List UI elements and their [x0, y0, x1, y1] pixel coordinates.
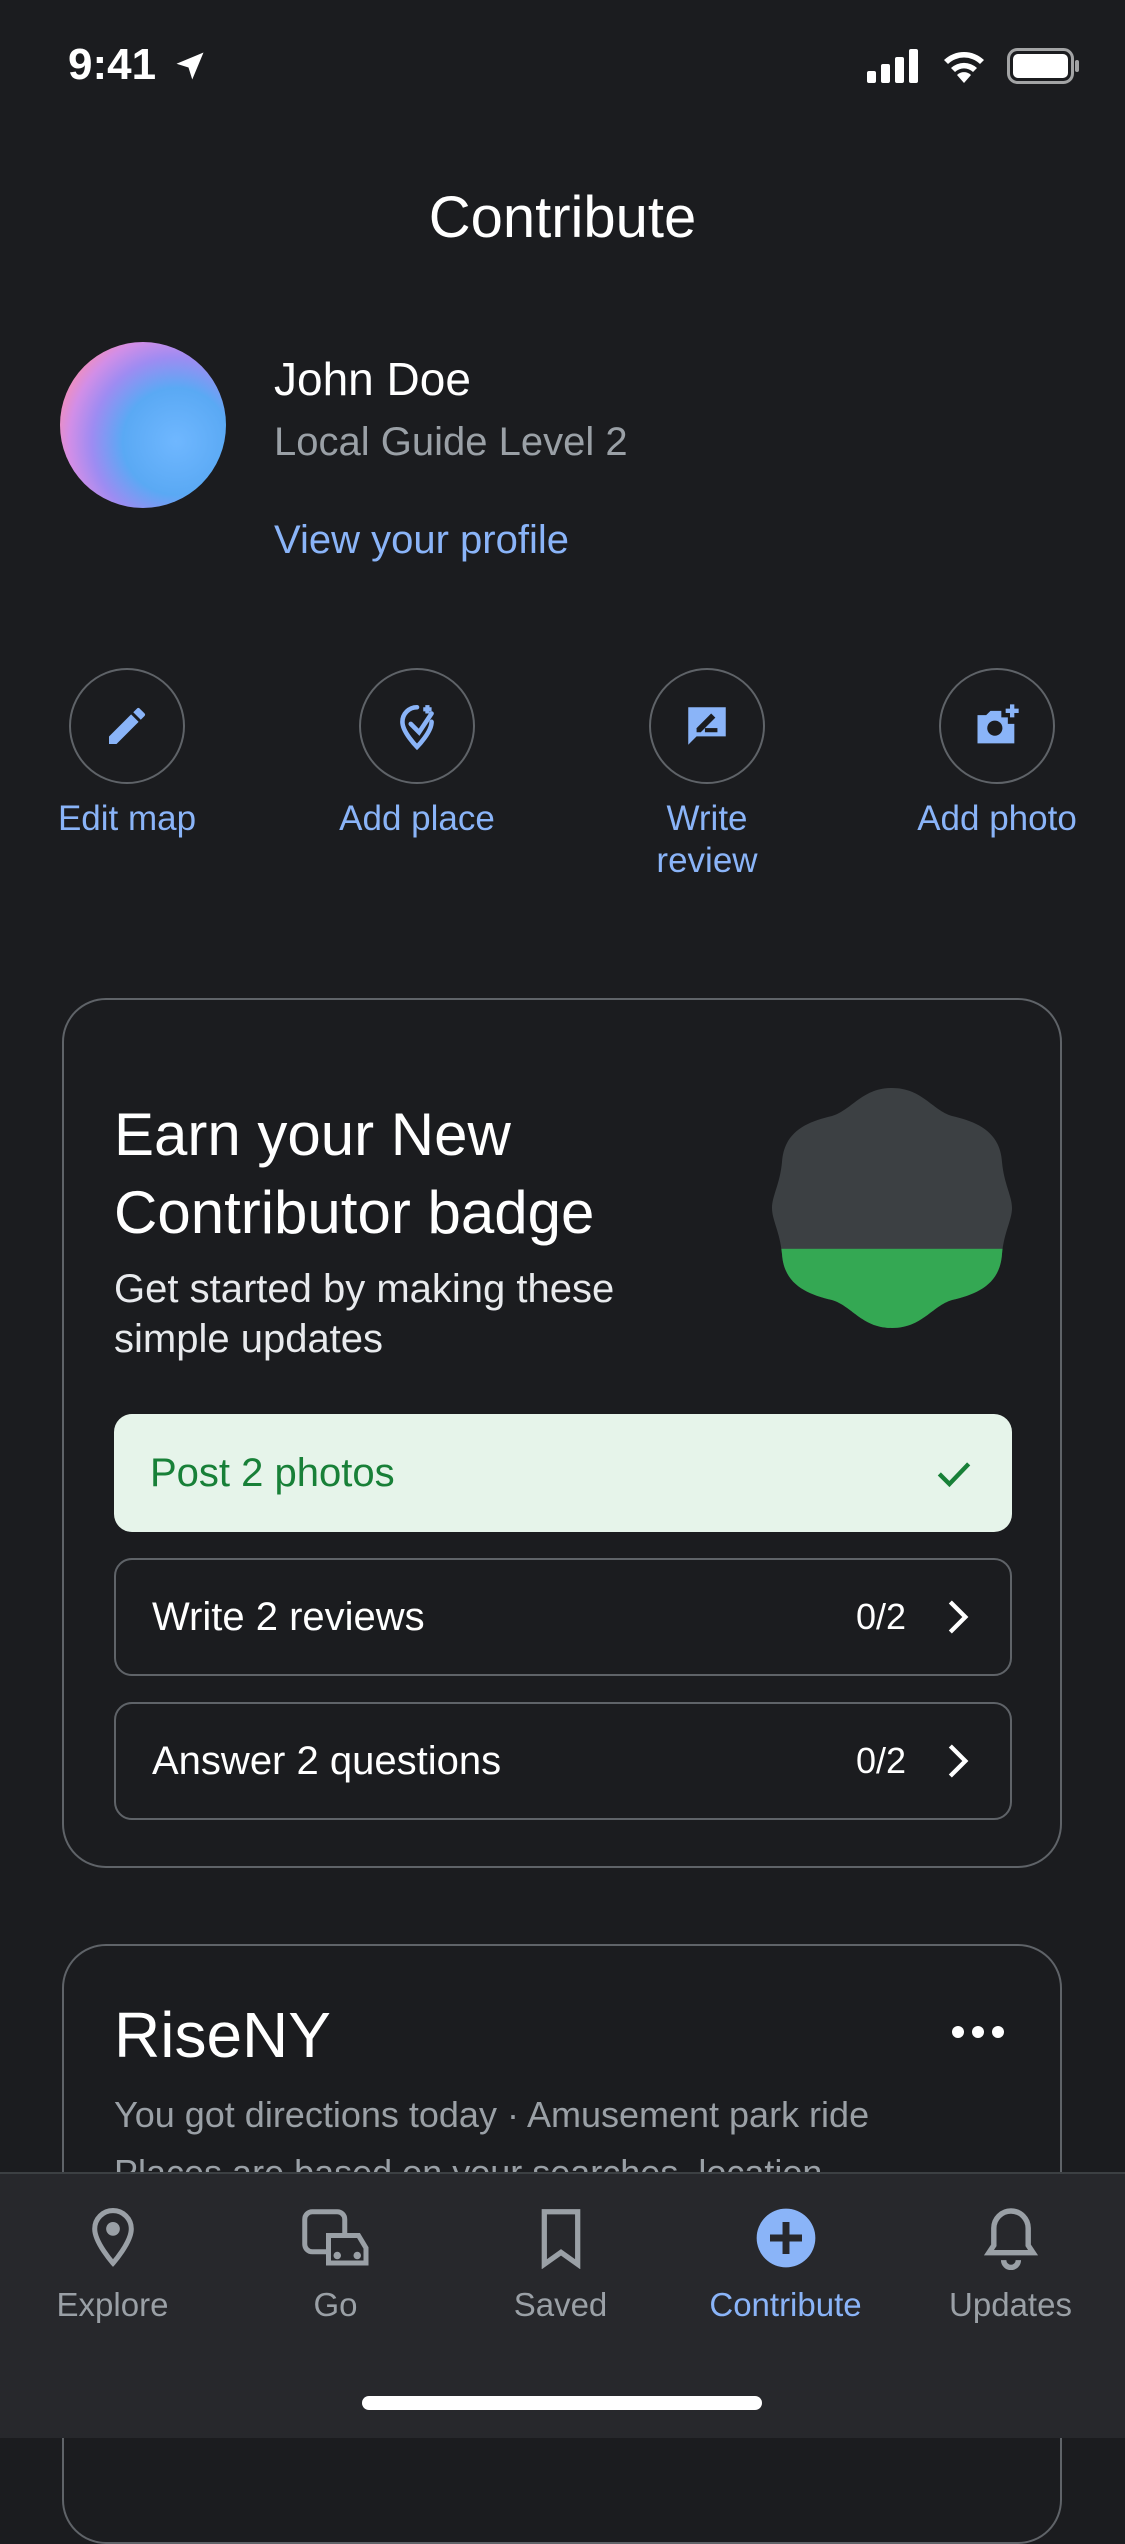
badge-progress-fill — [772, 1248, 1012, 1328]
chevron-right-icon — [948, 1744, 969, 1778]
home-indicator[interactable] — [362, 2396, 762, 2410]
signal-icon — [867, 49, 918, 83]
nav-explore[interactable]: Explore — [0, 2200, 225, 2324]
nav-contribute[interactable]: Contribute — [673, 2200, 898, 2324]
wifi-icon — [944, 52, 984, 83]
more-options-icon[interactable] — [952, 2026, 1004, 2038]
badge-title: Earn your New Contributor badge — [114, 1101, 595, 1246]
add-photo-circle[interactable] — [939, 668, 1055, 784]
location-arrow-icon — [176, 52, 204, 80]
task-answer-questions[interactable]: Answer 2 questions 0/2 — [114, 1702, 1012, 1820]
user-name: John Doe — [274, 353, 471, 405]
task-label: Write 2 reviews — [152, 1594, 425, 1639]
nav-saved[interactable]: Saved — [448, 2200, 673, 2324]
pencil-icon — [109, 707, 146, 744]
add-photo-label: Add photo — [917, 799, 1077, 838]
task-count: 0/2 — [855, 1596, 906, 1637]
nav-updates[interactable]: Updates — [898, 2200, 1123, 2324]
badge-subtitle: Get started by making these simple updat… — [114, 1267, 615, 1361]
badge-card: Earn your New Contributor badge Get star… — [62, 998, 1062, 1868]
user-level: Local Guide Level 2 — [274, 420, 628, 464]
bookmark-icon — [541, 2209, 580, 2269]
add-place-button[interactable]: Add place — [302, 668, 532, 840]
add-place-circle[interactable] — [359, 668, 475, 784]
battery-icon — [1007, 48, 1079, 84]
write-review-button[interactable]: Write review — [592, 668, 822, 882]
view-profile-link[interactable]: View your profile — [274, 518, 569, 563]
chevron-right-icon — [948, 1600, 969, 1634]
status-indicators — [867, 48, 1081, 84]
nav-label: Saved — [513, 2286, 608, 2323]
task-post-photos[interactable]: Post 2 photos — [114, 1414, 1012, 1532]
add-photo-button[interactable]: Add photo — [882, 668, 1112, 840]
nav-label: Contribute — [709, 2286, 862, 2323]
add-photo-icon — [977, 704, 1019, 744]
add-place-label: Add place — [339, 799, 495, 838]
bell-icon — [983, 2208, 1038, 2270]
check-icon — [937, 1462, 971, 1488]
add-circle-icon — [756, 2208, 815, 2268]
nav-label: Explore — [56, 2286, 169, 2323]
place-title: RiseNY — [114, 1999, 331, 2071]
task-label: Post 2 photos — [150, 1450, 395, 1495]
badge-progress-icon — [772, 1088, 1012, 1328]
status-bar: 9:41 — [0, 0, 1125, 140]
task-label: Answer 2 questions — [152, 1738, 502, 1783]
commute-icon — [301, 2209, 368, 2266]
nav-label: Go — [313, 2286, 358, 2323]
avatar[interactable] — [60, 342, 226, 508]
edit-map-label: Edit map — [57, 799, 197, 838]
review-icon — [688, 707, 726, 745]
location-pin-icon — [91, 2208, 134, 2267]
nav-label: Updates — [949, 2286, 1072, 2323]
write-review-label: Write review — [656, 799, 758, 880]
nav-go[interactable]: Go — [223, 2200, 448, 2324]
edit-map-button[interactable]: Edit map — [12, 668, 242, 840]
write-review-circle[interactable] — [649, 668, 765, 784]
status-time: 9:41 — [68, 40, 157, 89]
place-subtitle: You got directions today · Amusement par… — [114, 2094, 870, 2135]
task-count: 0/2 — [855, 1740, 906, 1781]
page-title: Contribute — [428, 185, 697, 250]
edit-map-circle[interactable] — [69, 668, 185, 784]
add-place-icon — [400, 704, 434, 751]
task-write-reviews[interactable]: Write 2 reviews 0/2 — [114, 1558, 1012, 1676]
quick-actions: Edit map Add place Write review Add phot… — [0, 668, 1125, 898]
